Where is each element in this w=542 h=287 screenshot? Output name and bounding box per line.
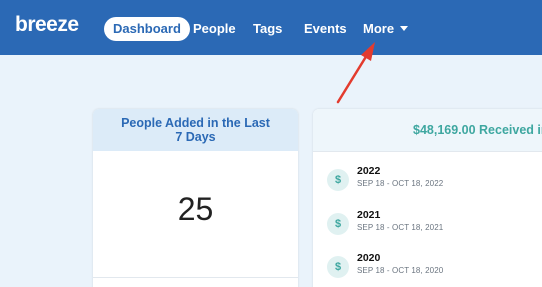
nav-item-people[interactable]: People	[193, 17, 236, 41]
app-root: breeze Dashboard People Tags Events More…	[0, 0, 542, 287]
income-row-year: 2021	[357, 209, 381, 221]
arrow-shaft	[336, 53, 369, 104]
nav-item-events[interactable]: Events	[304, 17, 347, 41]
income-row-range: SEP 18 - OCT 18, 2022	[357, 179, 444, 188]
income-row-range: SEP 18 - OCT 18, 2021	[357, 223, 444, 232]
card-divider	[93, 277, 298, 278]
income-row-year: 2022	[357, 165, 381, 177]
chevron-down-icon	[400, 26, 409, 31]
income-row-range: SEP 18 - OCT 18, 2020	[357, 266, 444, 275]
people-added-count[interactable]: 25	[93, 191, 298, 228]
people-added-title-line1: People Added in the Last	[121, 116, 270, 130]
nav-item-tags[interactable]: Tags	[253, 17, 282, 41]
income-card: $48,169.00 Received in $ 2022 SEP 18 - O…	[313, 109, 542, 287]
nav-item-more-label: More	[363, 21, 395, 36]
card-divider	[313, 151, 542, 152]
people-added-title-line2: 7 Days	[175, 130, 216, 144]
dollar-icon: $	[327, 256, 349, 278]
people-added-card-header: People Added in the Last 7 Days	[93, 109, 298, 151]
top-navbar: breeze Dashboard People Tags Events More	[0, 0, 542, 55]
income-card-header: $48,169.00 Received in	[313, 109, 542, 151]
income-card-title: $48,169.00 Received in	[413, 123, 542, 137]
income-row-year: 2020	[357, 252, 381, 264]
dollar-icon: $	[327, 169, 349, 191]
breeze-logo[interactable]: breeze	[15, 13, 79, 37]
people-added-card: People Added in the Last 7 Days 25	[93, 109, 298, 287]
dollar-icon: $	[327, 213, 349, 235]
nav-item-more[interactable]: More	[363, 17, 409, 41]
nav-item-dashboard[interactable]: Dashboard	[104, 17, 190, 41]
